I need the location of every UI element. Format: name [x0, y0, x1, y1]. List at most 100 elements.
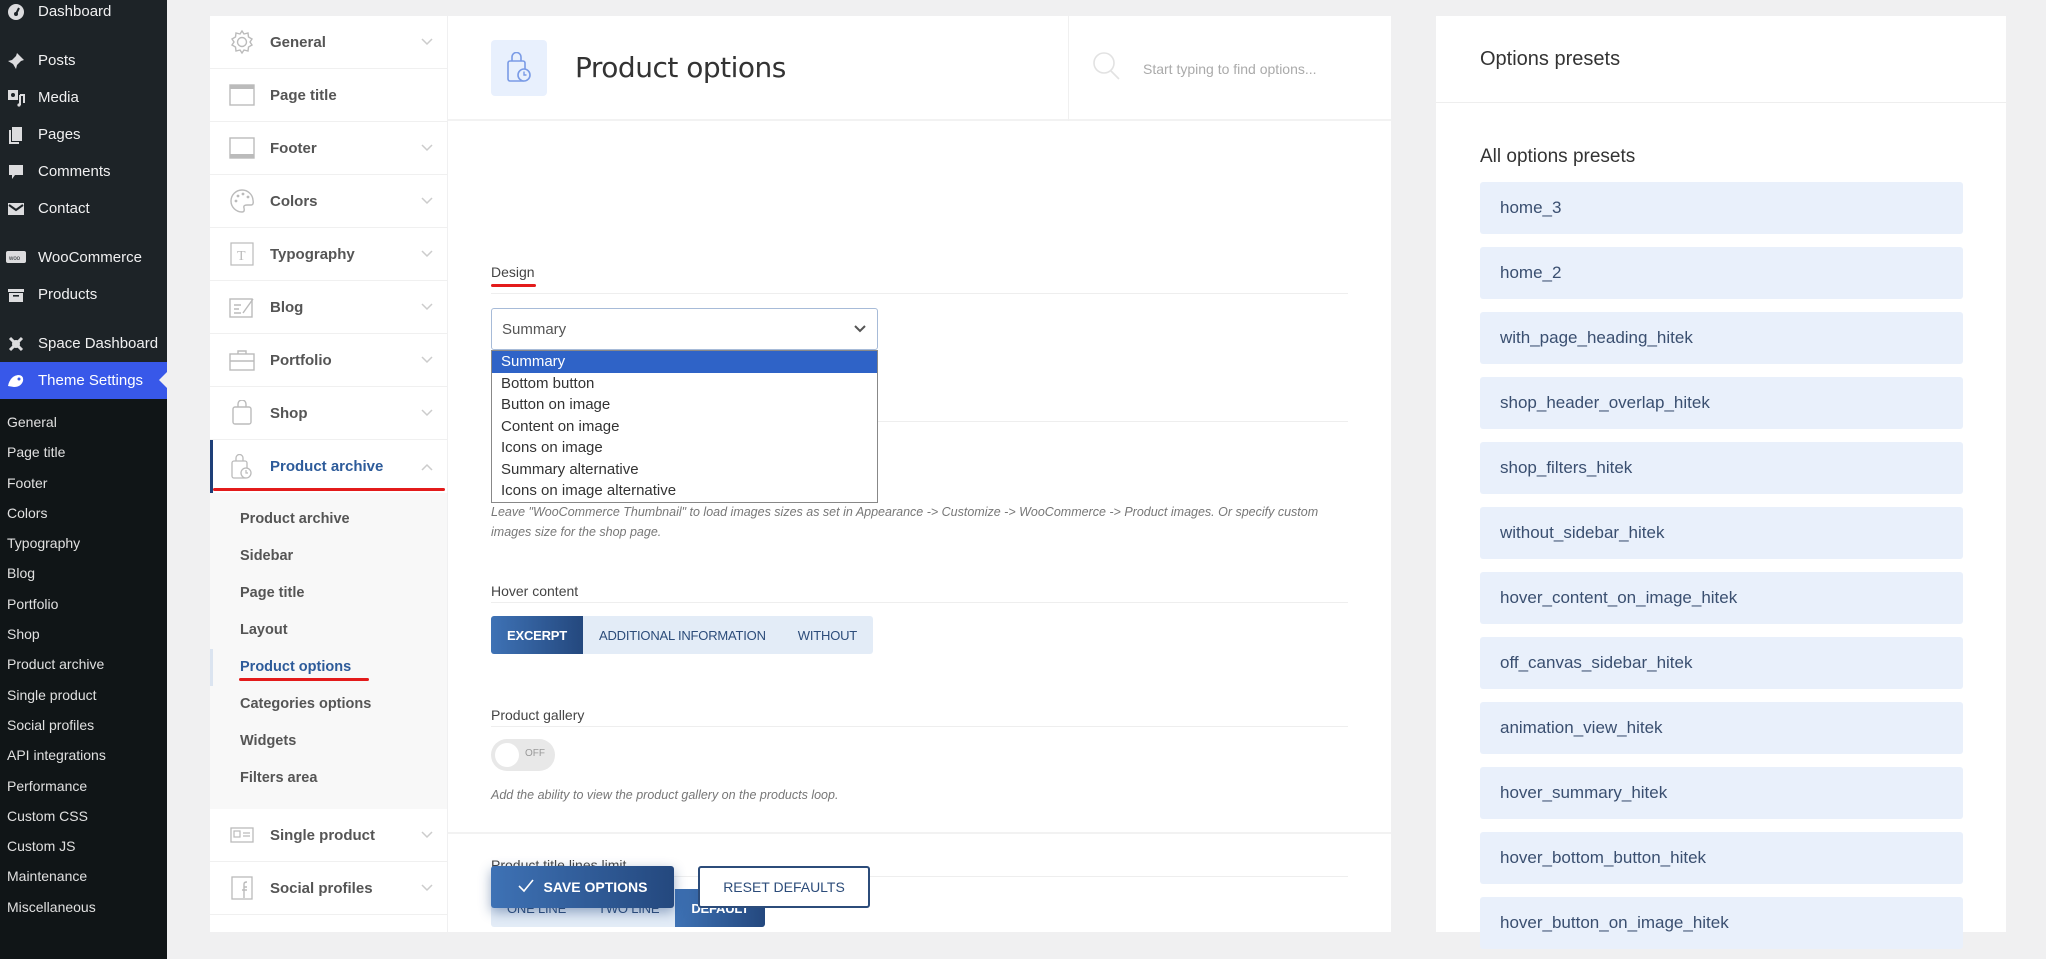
preset-item[interactable]: hover_button_on_image_hitek [1480, 897, 1963, 949]
save-options-button[interactable]: SAVE OPTIONS [491, 866, 674, 908]
subnav-item[interactable]: Categories options [210, 686, 447, 723]
nav-section-page-title[interactable]: Page title [210, 69, 447, 122]
nav-section-general[interactable]: General [210, 16, 447, 69]
preset-item[interactable]: without_sidebar_hitek [1480, 507, 1963, 559]
archive-box-icon [6, 285, 26, 305]
nav-section-footer[interactable]: Footer [210, 122, 447, 175]
design-select[interactable]: Summary [491, 308, 878, 350]
nav-section-portfolio[interactable]: Portfolio [210, 334, 447, 387]
hover-content-toggle-group: EXCERPT ADDITIONAL INFORMATION WITHOUT [491, 616, 874, 654]
subnav-item[interactable]: Layout [210, 612, 447, 649]
preset-item[interactable]: shop_header_overlap_hitek [1480, 377, 1963, 429]
toggle-knob [495, 743, 519, 767]
wp-submenu-item[interactable]: Maintenance [0, 861, 167, 891]
dropdown-option[interactable]: Icons on image [492, 437, 877, 459]
wp-menu-label: Media [38, 89, 79, 106]
wp-menu-label: Theme Settings [38, 372, 144, 389]
wp-submenu-item[interactable]: Miscellaneous [0, 892, 167, 922]
wp-menu-comments[interactable]: Comments [0, 153, 167, 190]
dropdown-option[interactable]: Button on image [492, 394, 877, 416]
wp-submenu-item[interactable]: Page title [0, 437, 167, 467]
gear-icon [228, 28, 256, 56]
preset-item[interactable]: shop_filters_hitek [1480, 442, 1963, 494]
nav-section-product-archive[interactable]: Product archive [210, 440, 447, 493]
presets-panel: Options presets All options presets home… [1436, 16, 2006, 949]
wp-menu-label: Comments [38, 163, 111, 180]
hover-without-button[interactable]: WITHOUT [782, 616, 873, 654]
reset-defaults-button[interactable]: RESET DEFAULTS [698, 866, 870, 908]
subnav-item[interactable]: Sidebar [210, 538, 447, 575]
nav-section-single-product[interactable]: Single product [210, 809, 447, 862]
footer-icon [228, 134, 256, 162]
wp-submenu-item[interactable]: Footer [0, 468, 167, 498]
wp-menu-contact[interactable]: Contact [0, 190, 167, 227]
typography-icon: T [228, 240, 256, 268]
wp-submenu-item[interactable]: Portfolio [0, 589, 167, 619]
nav-section-shop[interactable]: Shop [210, 387, 447, 440]
wp-submenu-item[interactable]: Performance [0, 771, 167, 801]
wp-menu-space-dashboard[interactable]: Space Dashboard [0, 325, 167, 362]
wp-submenu-item[interactable]: Product archive [0, 649, 167, 679]
wp-submenu-item[interactable]: Custom CSS [0, 801, 167, 831]
nav-section-blog[interactable]: Blog [210, 281, 447, 334]
wp-menu-woocommerce[interactable]: woo WooCommerce [0, 239, 167, 276]
hover-additional-info-button[interactable]: ADDITIONAL INFORMATION [583, 616, 782, 654]
wp-menu-dashboard[interactable]: Dashboard [0, 0, 167, 30]
nav-section-typography[interactable]: T Typography [210, 228, 447, 281]
comment-icon [6, 162, 26, 182]
preset-item[interactable]: hover_bottom_button_hitek [1480, 832, 1963, 884]
page-title: Product options [575, 51, 786, 84]
wp-submenu-item[interactable]: Typography [0, 528, 167, 558]
wp-submenu-item[interactable]: Custom JS [0, 831, 167, 861]
preset-item[interactable]: hover_summary_hitek [1480, 767, 1963, 819]
wp-menu-theme-settings[interactable]: Theme Settings [0, 362, 167, 399]
pin-icon [6, 51, 26, 71]
dropdown-option[interactable]: Summary alternative [492, 459, 877, 481]
preset-item[interactable]: home_3 [1480, 182, 1963, 234]
preset-item[interactable]: animation_view_hitek [1480, 702, 1963, 754]
wp-submenu-item[interactable]: Blog [0, 558, 167, 588]
wp-menu-products[interactable]: Products [0, 276, 167, 313]
subnav-item[interactable]: Page title [210, 575, 447, 612]
preset-item[interactable]: with_page_heading_hitek [1480, 312, 1963, 364]
preset-item[interactable]: hover_content_on_image_hitek [1480, 572, 1963, 624]
dropdown-option[interactable]: Content on image [492, 416, 877, 438]
wp-menu-posts[interactable]: Posts [0, 42, 167, 79]
wp-submenu-item[interactable]: API integrations [0, 740, 167, 770]
nav-section-label: Colors [270, 192, 318, 210]
wp-menu-label: Contact [38, 200, 90, 217]
dashboard-icon [6, 2, 26, 22]
nav-section-colors[interactable]: Colors [210, 175, 447, 228]
search-input[interactable] [1143, 60, 1363, 77]
wp-menu-pages[interactable]: Pages [0, 116, 167, 153]
preset-item[interactable]: home_2 [1480, 247, 1963, 299]
nav-section-label: Blog [270, 298, 304, 316]
dropdown-option[interactable]: Summary [492, 351, 877, 373]
options-search [1068, 16, 1391, 121]
annotation-underline [491, 284, 536, 287]
wp-menu-label: Posts [38, 52, 76, 69]
wp-submenu-item[interactable]: Single product [0, 680, 167, 710]
dropdown-option[interactable]: Bottom button [492, 373, 877, 395]
subnav-item[interactable]: Product archive [210, 501, 447, 538]
main-header: Product options [448, 16, 1391, 121]
wp-submenu-item[interactable]: General [0, 407, 167, 437]
preset-item[interactable]: off_canvas_sidebar_hitek [1480, 637, 1963, 689]
product-gallery-toggle[interactable]: OFF [491, 739, 555, 771]
wp-submenu-item[interactable]: Social profiles [0, 710, 167, 740]
toggle-state: OFF [525, 748, 545, 759]
product-archive-subnav: Product archive Sidebar Page title Layou… [210, 493, 447, 809]
dropdown-option[interactable]: Icons on image alternative [492, 480, 877, 502]
subnav-item[interactable]: Widgets [210, 723, 447, 760]
hover-excerpt-button[interactable]: EXCERPT [491, 616, 584, 654]
image-size-hint: Leave "WooCommerce Thumbnail" to load im… [491, 502, 1351, 542]
hint-line: Leave "WooCommerce Thumbnail" to load im… [491, 505, 1319, 519]
palette-icon [228, 187, 256, 215]
wp-menu-media[interactable]: Media [0, 79, 167, 116]
wp-submenu-item[interactable]: Shop [0, 619, 167, 649]
wp-submenu-item[interactable]: Colors [0, 498, 167, 528]
chevron-down-icon [421, 300, 447, 314]
svg-text:T: T [237, 249, 246, 264]
nav-section-social-profiles[interactable]: Social profiles [210, 862, 447, 915]
subnav-item[interactable]: Filters area [210, 760, 447, 797]
